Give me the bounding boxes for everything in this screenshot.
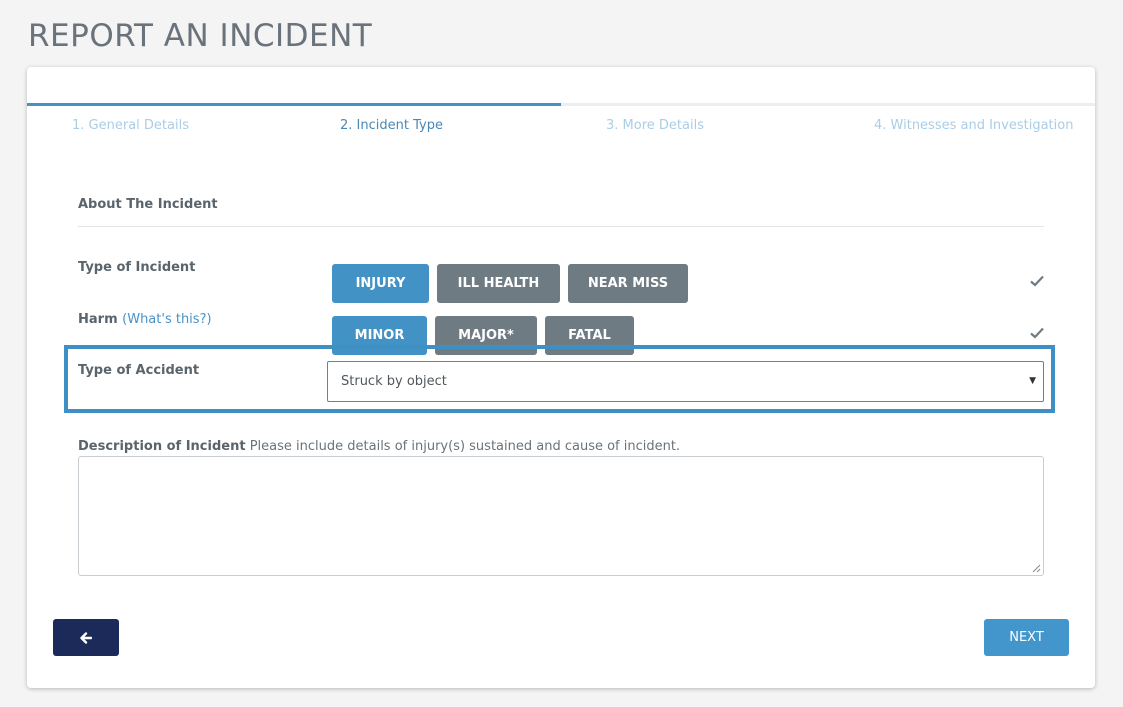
description-textarea[interactable] <box>78 456 1044 576</box>
harm-fatal-button[interactable]: FATAL <box>545 316 634 355</box>
incident-type-ill-health-button[interactable]: ILL HEALTH <box>437 264 560 303</box>
wizard-progress-bar <box>27 103 1095 106</box>
section-title: About The Incident <box>78 197 218 212</box>
harm-help-link[interactable]: (What's this?) <box>122 312 211 327</box>
next-button[interactable]: NEXT <box>984 619 1069 656</box>
harm-minor-button[interactable]: MINOR <box>332 316 427 355</box>
arrow-left-icon <box>80 631 92 644</box>
check-icon <box>1028 326 1046 344</box>
type-of-accident-select[interactable]: Struck by object ▼ <box>327 361 1044 402</box>
incident-type-near-miss-button[interactable]: NEAR MISS <box>568 264 688 303</box>
step-general-details[interactable]: 1. General Details <box>72 118 189 133</box>
page-title: REPORT AN INCIDENT <box>28 18 373 54</box>
description-label-title: Description of Incident <box>78 439 246 454</box>
step-witnesses-and-investigation[interactable]: 4. Witnesses and Investigation <box>874 118 1073 133</box>
harm-major-button[interactable]: MAJOR* <box>435 316 537 355</box>
type-of-accident-value: Struck by object <box>341 374 447 389</box>
caret-down-icon: ▼ <box>1029 376 1036 386</box>
incident-type-injury-button[interactable]: INJURY <box>332 264 429 303</box>
incident-form-card: 1. General Details 2. Incident Type 3. M… <box>27 67 1095 688</box>
resize-grip-icon[interactable] <box>1032 564 1041 573</box>
step-more-details[interactable]: 3. More Details <box>606 118 704 133</box>
type-of-incident-label: Type of Incident <box>78 260 196 275</box>
description-label: Description of Incident Please include d… <box>78 439 680 454</box>
harm-label-text: Harm <box>78 312 118 327</box>
back-button[interactable] <box>53 619 119 656</box>
harm-label: Harm (What's this?) <box>78 312 212 327</box>
step-incident-type[interactable]: 2. Incident Type <box>340 118 443 133</box>
section-divider <box>78 226 1044 227</box>
wizard-steps: 1. General Details 2. Incident Type 3. M… <box>27 118 1095 136</box>
description-hint: Please include details of injury(s) sust… <box>249 439 681 454</box>
wizard-progress-fill <box>27 103 561 106</box>
type-of-accident-label: Type of Accident <box>78 363 200 378</box>
check-icon <box>1028 274 1046 292</box>
